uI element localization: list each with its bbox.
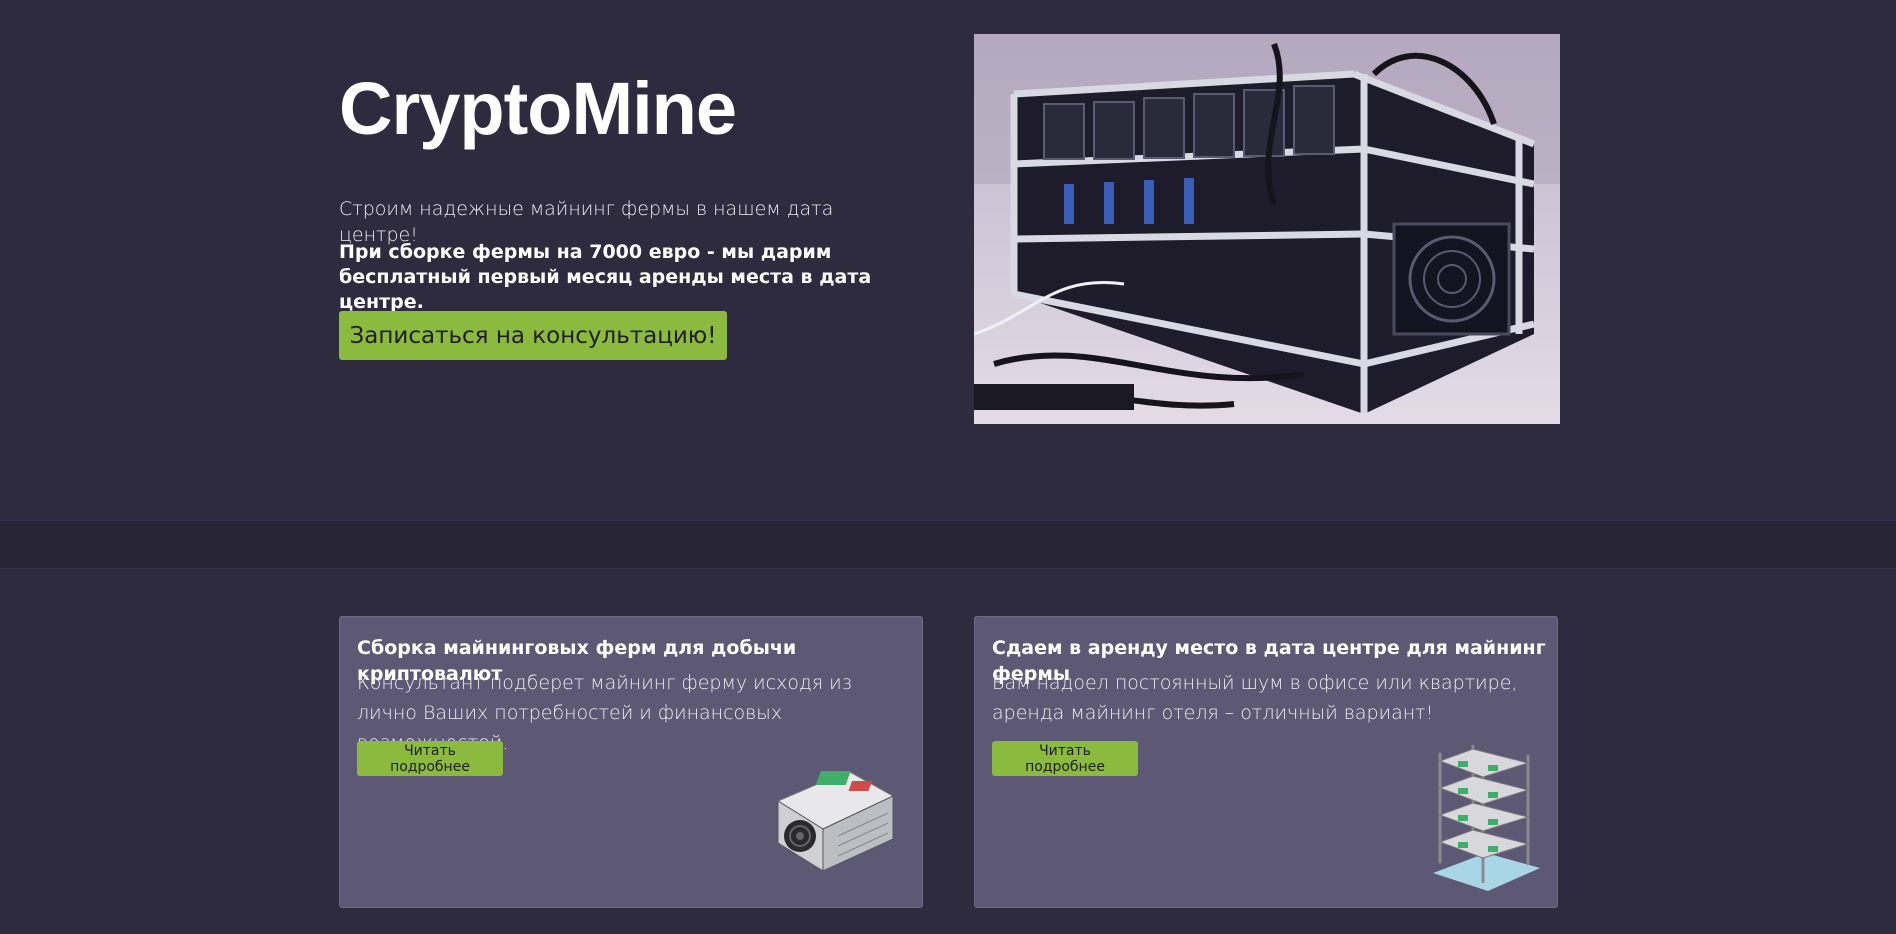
hero-section: CryptoMine Строим надежные майнинг фермы… — [0, 0, 1896, 520]
section-divider — [0, 520, 1896, 569]
mining-rig-photo — [974, 34, 1560, 424]
consultation-button[interactable]: Записаться на консультацию! — [339, 311, 727, 360]
service-card-rent: Сдаем в аренду место в дата центре для м… — [974, 616, 1558, 908]
mining-rig-illustration — [974, 34, 1560, 424]
hero-promo-text: При сборке фермы на 7000 евро - мы дарим… — [339, 241, 872, 313]
services-section: Сборка майнинговых ферм для добычи крипт… — [0, 568, 1896, 934]
service-card-text: Вам надоел постоянный шум в офисе или кв… — [992, 672, 1518, 724]
asic-miner-icon — [776, 770, 895, 872]
service-card-assembly: Сборка майнинговых ферм для добычи крипт… — [339, 616, 923, 908]
server-rack-icon — [1433, 745, 1540, 891]
read-more-button[interactable]: Читать подробнее — [992, 741, 1138, 776]
read-more-button[interactable]: Читать подробнее — [357, 741, 503, 776]
brand-title: CryptoMine — [339, 67, 737, 150]
